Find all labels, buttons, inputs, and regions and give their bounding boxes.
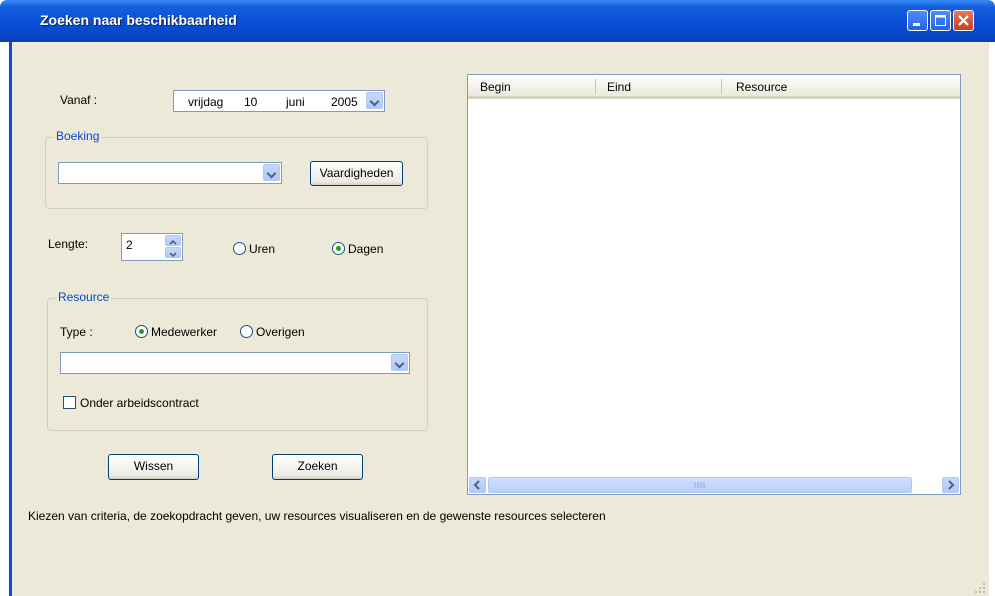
resource-legend: Resource [56, 290, 112, 304]
chevron-up-icon [169, 239, 177, 245]
resource-combo[interactable] [60, 352, 410, 374]
column-header-resource[interactable]: Resource [736, 80, 787, 94]
vaardigheden-button[interactable]: Vaardigheden [310, 161, 403, 186]
resource-dropdown-button[interactable] [391, 354, 408, 371]
boeking-combo[interactable] [58, 162, 282, 184]
overigen-radio[interactable] [240, 325, 253, 338]
close-button[interactable] [953, 10, 974, 31]
minimize-button[interactable] [907, 10, 928, 31]
date-year[interactable]: 2005 [331, 95, 363, 109]
date-day-name[interactable]: vrijdag [188, 95, 223, 109]
uren-radio[interactable] [233, 242, 246, 255]
listview-header: Begin Eind Resource [468, 75, 960, 99]
date-month[interactable]: juni [286, 95, 305, 109]
column-separator[interactable] [721, 79, 722, 94]
status-text: Kiezen van criteria, de zoekopdracht gev… [28, 509, 606, 523]
zoeken-button[interactable]: Zoeken [272, 454, 363, 480]
lengte-value[interactable]: 2 [126, 238, 133, 252]
scroll-left-button[interactable] [469, 477, 486, 493]
chevron-down-icon [169, 252, 177, 258]
column-header-begin[interactable]: Begin [480, 80, 511, 94]
window-right-border [989, 42, 995, 596]
wissen-button[interactable]: Wissen [108, 454, 199, 480]
uren-label[interactable]: Uren [249, 242, 275, 256]
scroll-right-button[interactable] [942, 477, 959, 493]
medewerker-radio[interactable] [135, 325, 148, 338]
boeking-group: Boeking Vaardigheden [45, 129, 428, 209]
window-left-border [0, 42, 12, 596]
close-icon [958, 15, 969, 26]
spin-down-button[interactable] [165, 247, 181, 258]
boeking-dropdown-button[interactable] [263, 164, 280, 181]
scroll-thumb[interactable] [488, 477, 912, 493]
column-separator[interactable] [595, 79, 596, 94]
boeking-legend: Boeking [54, 129, 102, 143]
title-bar[interactable]: Zoeken naar beschikbaarheid [0, 0, 995, 42]
maximize-button[interactable] [930, 10, 951, 31]
date-day[interactable]: 10 [244, 95, 257, 109]
dialog-client-area: Vanaf : vrijdag 10 juni 2005 Boeking Vaa… [12, 42, 989, 596]
maximize-icon [935, 15, 946, 26]
resource-group: Resource Type : Medewerker Overigen Onde… [47, 290, 428, 431]
minimize-icon [913, 23, 920, 26]
spin-up-button[interactable] [165, 235, 181, 246]
dagen-label[interactable]: Dagen [348, 242, 383, 256]
grip-icon [694, 482, 705, 488]
results-listview[interactable]: Begin Eind Resource [467, 74, 961, 495]
horizontal-scrollbar[interactable] [468, 476, 960, 494]
arbeidscontract-checkbox[interactable] [63, 396, 76, 409]
lengte-label: Lengte: [48, 237, 89, 251]
lengte-spinner[interactable]: 2 [121, 233, 183, 261]
medewerker-label[interactable]: Medewerker [151, 325, 217, 339]
overigen-label[interactable]: Overigen [256, 325, 305, 339]
date-picker[interactable]: vrijdag 10 juni 2005 [173, 90, 385, 112]
vanaf-label: Vanaf : [60, 93, 98, 107]
chevron-right-icon [948, 480, 955, 490]
date-dropdown-button[interactable] [366, 92, 383, 109]
chevron-left-icon [473, 480, 480, 490]
window-title: Zoeken naar beschikbaarheid [40, 12, 237, 28]
application-window: Zoeken naar beschikbaarheid Vanaf : vrij… [0, 0, 995, 596]
type-label: Type : [60, 325, 93, 339]
column-header-eind[interactable]: Eind [607, 80, 631, 94]
resize-grip-icon[interactable] [974, 582, 986, 594]
dagen-radio[interactable] [332, 242, 345, 255]
arbeidscontract-label[interactable]: Onder arbeidscontract [80, 396, 199, 410]
